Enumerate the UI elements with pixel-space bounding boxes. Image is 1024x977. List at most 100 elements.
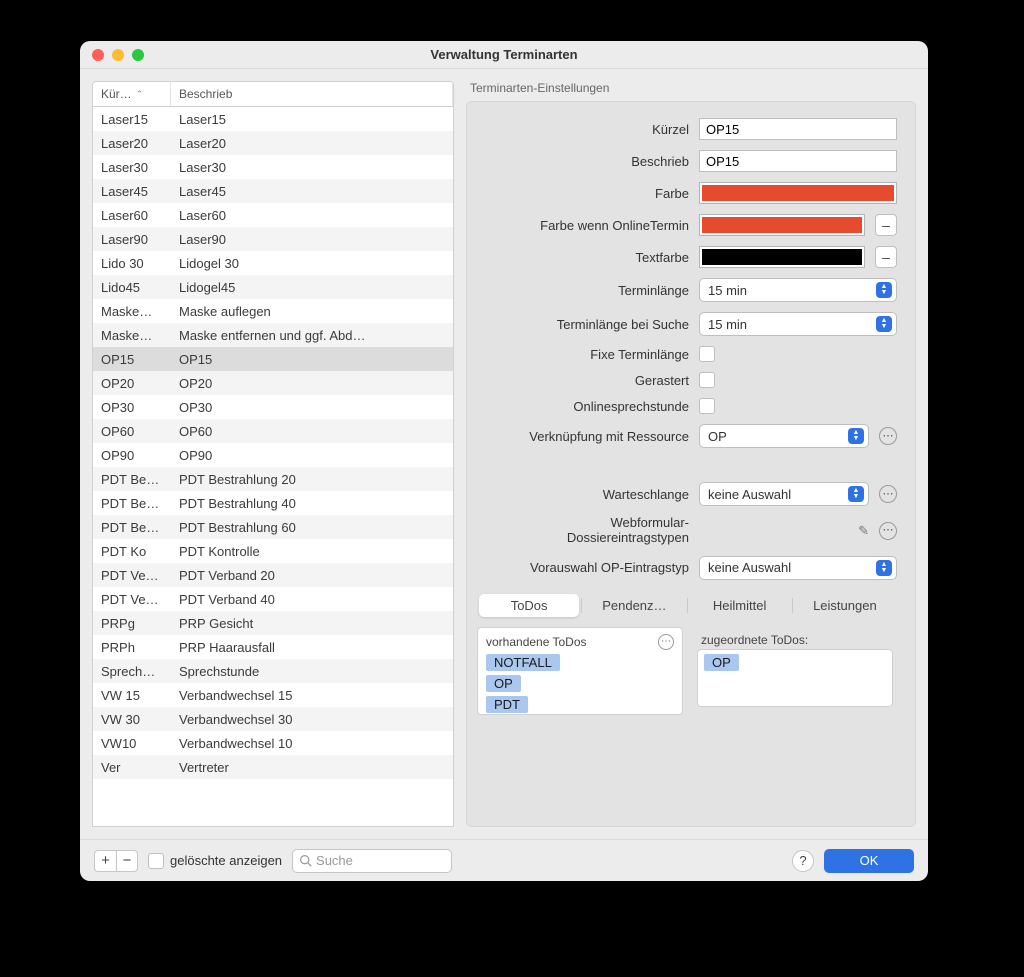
maximize-icon[interactable] bbox=[132, 49, 144, 61]
ok-button[interactable]: OK bbox=[824, 849, 914, 873]
search-icon bbox=[299, 854, 312, 867]
cell-kuerzel: PDT Be… bbox=[93, 496, 171, 511]
table-row[interactable]: Laser60Laser60 bbox=[93, 203, 453, 227]
todo-tag[interactable]: OP bbox=[486, 675, 521, 692]
table-row[interactable]: PDT Be…PDT Bestrahlung 40 bbox=[93, 491, 453, 515]
terminlaenge-suche-value: 15 min bbox=[708, 317, 747, 332]
chevron-updown-icon: ▲▼ bbox=[876, 282, 892, 298]
table-row[interactable]: OP90OP90 bbox=[93, 443, 453, 467]
table-row[interactable]: OP30OP30 bbox=[93, 395, 453, 419]
table-row[interactable]: Maske…Maske entfernen und ggf. Abd… bbox=[93, 323, 453, 347]
cell-kuerzel: PRPg bbox=[93, 616, 171, 631]
table-row[interactable]: Ver Vertreter bbox=[93, 755, 453, 779]
cell-beschrieb: Laser30 bbox=[171, 160, 453, 175]
cell-beschrieb: Verbandwechsel 15 bbox=[171, 688, 453, 703]
farbe-online-swatch[interactable] bbox=[699, 214, 865, 236]
column-kuerzel[interactable]: Kür… ⌃ bbox=[93, 82, 171, 106]
table-row[interactable]: PDT Ve…PDT Verband 40 bbox=[93, 587, 453, 611]
table-row[interactable]: OP15OP15 bbox=[93, 347, 453, 371]
column-beschrieb[interactable]: Beschrieb bbox=[171, 82, 453, 106]
table-row[interactable]: Lido45Lidogel45 bbox=[93, 275, 453, 299]
window-title: Verwaltung Terminarten bbox=[80, 47, 928, 62]
warteschlange-select[interactable]: keine Auswahl ▲▼ bbox=[699, 482, 869, 506]
add-button[interactable]: + bbox=[94, 850, 116, 872]
online-label: Onlinesprechstunde bbox=[477, 399, 689, 414]
warteschlange-more-button[interactable]: ⋯ bbox=[879, 485, 897, 503]
farbe-swatch[interactable] bbox=[699, 182, 897, 204]
table-row[interactable]: PDT Ve…PDT Verband 20 bbox=[93, 563, 453, 587]
table-row[interactable]: VW 15Verbandwechsel 15 bbox=[93, 683, 453, 707]
table-row[interactable]: Laser15Laser15 bbox=[93, 107, 453, 131]
online-checkbox[interactable] bbox=[699, 398, 715, 414]
terminlaenge-select[interactable]: 15 min ▲▼ bbox=[699, 278, 897, 302]
table-row[interactable]: PDT Be…PDT Bestrahlung 60 bbox=[93, 515, 453, 539]
ressource-more-button[interactable]: ⋯ bbox=[879, 427, 897, 445]
kurzel-input[interactable] bbox=[699, 118, 897, 140]
tab-leistungen[interactable]: Leistungen bbox=[795, 594, 895, 617]
textfarbe-swatch[interactable] bbox=[699, 246, 865, 268]
add-remove-group: + − bbox=[94, 850, 138, 872]
cell-beschrieb: PDT Kontrolle bbox=[171, 544, 453, 559]
todo-tag[interactable]: OP bbox=[704, 654, 739, 671]
tab-todos[interactable]: ToDos bbox=[479, 594, 579, 617]
search-input[interactable]: Suche bbox=[292, 849, 452, 873]
clear-online-color-button[interactable]: – bbox=[875, 214, 897, 236]
table-row[interactable]: Sprech…Sprechstunde bbox=[93, 659, 453, 683]
table-row[interactable]: Laser20Laser20 bbox=[93, 131, 453, 155]
table-row[interactable]: PRPhPRP Haarausfall bbox=[93, 635, 453, 659]
cell-beschrieb: Laser15 bbox=[171, 112, 453, 127]
sort-asc-icon: ⌃ bbox=[136, 89, 144, 100]
todo-tag[interactable]: NOTFALL bbox=[486, 654, 560, 671]
cell-beschrieb: Maske entfernen und ggf. Abd… bbox=[171, 328, 453, 343]
table-row[interactable]: PDT KoPDT Kontrolle bbox=[93, 539, 453, 563]
table-row[interactable]: Laser45Laser45 bbox=[93, 179, 453, 203]
cell-kuerzel: PDT Ve… bbox=[93, 568, 171, 583]
beschrieb-input[interactable] bbox=[699, 150, 897, 172]
ressource-select[interactable]: OP ▲▼ bbox=[699, 424, 869, 448]
table-row[interactable]: PRPgPRP Gesicht bbox=[93, 611, 453, 635]
vorauswahl-select[interactable]: keine Auswahl ▲▼ bbox=[699, 556, 897, 580]
table-row[interactable]: Laser90Laser90 bbox=[93, 227, 453, 251]
remove-button[interactable]: − bbox=[116, 850, 138, 872]
clear-text-color-button[interactable]: – bbox=[875, 246, 897, 268]
webform-more-button[interactable]: ⋯ bbox=[879, 522, 897, 540]
ressource-label: Verknüpfung mit Ressource bbox=[477, 429, 689, 444]
table-row[interactable]: Lido 30Lidogel 30 bbox=[93, 251, 453, 275]
table-row[interactable]: VW 30Verbandwechsel 30 bbox=[93, 707, 453, 731]
fixe-label: Fixe Terminlänge bbox=[477, 347, 689, 362]
cell-kuerzel: Laser60 bbox=[93, 208, 171, 223]
traffic-lights bbox=[92, 49, 144, 61]
table-body[interactable]: Laser15Laser15Laser20Laser20Laser30Laser… bbox=[92, 107, 454, 827]
zugeordnete-todos-label: zugeordnete ToDos: bbox=[701, 633, 808, 647]
column-beschrieb-label: Beschrieb bbox=[179, 87, 232, 101]
terminlaenge-label: Terminlänge bbox=[477, 283, 689, 298]
cell-beschrieb: Laser20 bbox=[171, 136, 453, 151]
cell-beschrieb: OP30 bbox=[171, 400, 453, 415]
table-row[interactable]: OP20OP20 bbox=[93, 371, 453, 395]
help-button[interactable]: ? bbox=[792, 850, 814, 872]
show-deleted-checkbox[interactable]: gelöschte anzeigen bbox=[148, 853, 282, 869]
cell-kuerzel: VW 30 bbox=[93, 712, 171, 727]
terminlaenge-suche-select[interactable]: 15 min ▲▼ bbox=[699, 312, 897, 336]
table-row[interactable]: Maske…Maske auflegen bbox=[93, 299, 453, 323]
todos-more-button[interactable]: ⋯ bbox=[658, 634, 674, 650]
table-row[interactable]: PDT Be…PDT Bestrahlung 20 bbox=[93, 467, 453, 491]
cell-beschrieb: Laser45 bbox=[171, 184, 453, 199]
cell-beschrieb: Maske auflegen bbox=[171, 304, 453, 319]
warteschlange-label: Warteschlange bbox=[477, 487, 689, 502]
close-icon[interactable] bbox=[92, 49, 104, 61]
chevron-updown-icon: ▲▼ bbox=[848, 428, 864, 444]
tab-heilmittel[interactable]: Heilmittel bbox=[690, 594, 790, 617]
pencil-icon[interactable]: ✎ bbox=[858, 523, 869, 539]
minimize-icon[interactable] bbox=[112, 49, 124, 61]
table-row[interactable]: Laser30Laser30 bbox=[93, 155, 453, 179]
cell-kuerzel: Laser20 bbox=[93, 136, 171, 151]
table-row[interactable]: OP60OP60 bbox=[93, 419, 453, 443]
table-row[interactable]: VW10Verbandwechsel 10 bbox=[93, 731, 453, 755]
gerastert-checkbox[interactable] bbox=[699, 372, 715, 388]
todo-tag[interactable]: PDT bbox=[486, 696, 528, 713]
show-deleted-label: gelöschte anzeigen bbox=[170, 853, 282, 868]
fixe-checkbox[interactable] bbox=[699, 346, 715, 362]
titlebar: Verwaltung Terminarten bbox=[80, 41, 928, 69]
tab-pendenzen[interactable]: Pendenz… bbox=[584, 594, 684, 617]
